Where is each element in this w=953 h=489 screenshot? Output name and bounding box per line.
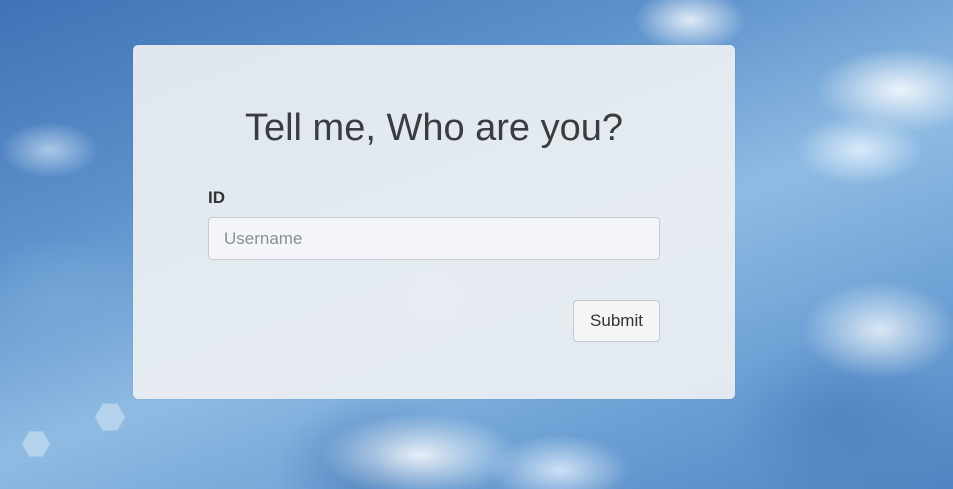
- username-input[interactable]: [208, 217, 660, 260]
- bokeh-decoration: [22, 431, 50, 457]
- bokeh-decoration: [95, 403, 125, 431]
- page-title: Tell me, Who are you?: [244, 107, 624, 149]
- page-background: { "form": { "heading": "Tell me, Who are…: [0, 0, 953, 489]
- login-card: Tell me, Who are you? ID Submit: [133, 45, 735, 399]
- submit-button[interactable]: Submit: [573, 300, 660, 342]
- id-label: ID: [208, 188, 225, 207]
